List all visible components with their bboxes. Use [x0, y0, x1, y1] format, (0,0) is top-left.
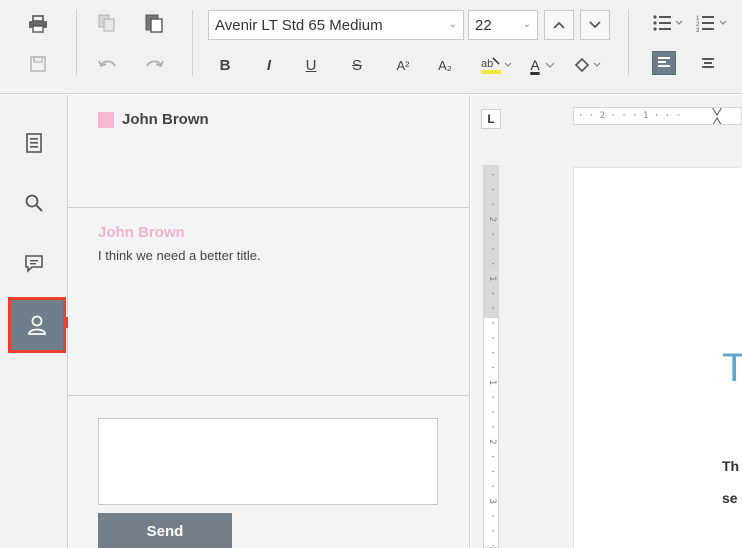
superscript-button[interactable]: A²	[390, 52, 416, 78]
horizontal-ruler[interactable]: · · 2 · · · 1 · · ·	[573, 107, 742, 125]
user-icon	[28, 315, 46, 335]
highlight-icon[interactable]: ab	[478, 52, 516, 78]
print-icon[interactable]	[26, 12, 50, 36]
increase-size-icon	[553, 21, 565, 29]
ruler-ticks: · · · 2 · · · 1 · · · · · · 1 · · · 2 · …	[487, 172, 497, 548]
author-color-swatch	[98, 111, 114, 128]
save-icon[interactable]	[28, 54, 48, 74]
svg-text:3: 3	[696, 28, 700, 32]
bullets-icon[interactable]	[650, 12, 690, 34]
decrease-size-button[interactable]	[580, 10, 610, 40]
toolbar: Avenir LT Std 65 Medium ⌄ 22 ⌄ B I U S A…	[0, 0, 742, 94]
document-title[interactable]: T	[722, 346, 742, 391]
font-family-value: Avenir LT Std 65 Medium	[215, 16, 383, 34]
comment-author: John Brown	[98, 224, 185, 241]
user-button[interactable]	[8, 297, 66, 353]
comment-icon[interactable]	[18, 247, 50, 279]
strikethrough-button[interactable]: S	[346, 52, 368, 78]
chevron-down-icon: ⌄	[448, 19, 457, 30]
svg-text:ab: ab	[481, 58, 493, 70]
search-icon[interactable]	[18, 187, 50, 219]
redo-icon[interactable]	[142, 54, 166, 74]
decrease-size-icon	[589, 21, 601, 29]
font-color-icon[interactable]: A	[524, 52, 562, 78]
italic-button[interactable]: I	[258, 52, 280, 78]
paste-icon[interactable]	[142, 11, 166, 35]
reply-input[interactable]	[98, 418, 438, 505]
author-filter-name: John Brown	[122, 111, 209, 128]
document-icon[interactable]	[18, 127, 50, 159]
font-size-value: 22	[475, 16, 492, 34]
chevron-down-icon	[545, 62, 555, 68]
undo-icon[interactable]	[96, 54, 120, 74]
toolbar-separator	[192, 10, 193, 76]
numbering-icon[interactable]: 123	[694, 12, 738, 34]
align-left-button[interactable]	[652, 51, 676, 75]
font-color-label: A	[530, 57, 540, 73]
document-area: L · · 2 · · · 1 · · · · · · 2 · · · 1 · …	[471, 95, 742, 548]
bold-button[interactable]: B	[214, 52, 236, 78]
tab-stop-selector[interactable]: L	[481, 109, 501, 129]
chevron-down-icon: ⌄	[522, 19, 531, 30]
increase-size-button[interactable]	[544, 10, 574, 40]
document-text-line[interactable]: se	[722, 490, 738, 506]
send-button[interactable]: Send	[98, 513, 232, 548]
font-size-select[interactable]: 22 ⌄	[468, 10, 538, 40]
align-center-icon[interactable]	[696, 52, 720, 76]
divider	[68, 395, 470, 396]
align-left-icon	[658, 57, 670, 67]
font-family-select[interactable]: Avenir LT Std 65 Medium ⌄	[208, 10, 464, 40]
copy-icon[interactable]	[96, 12, 118, 34]
fill-icon[interactable]	[570, 52, 608, 78]
indent-marker-icon[interactable]	[710, 107, 724, 125]
document-text-line[interactable]: Th	[722, 458, 739, 474]
subscript-button[interactable]: A₂	[432, 52, 458, 78]
underline-button[interactable]: U	[300, 52, 322, 78]
vertical-ruler[interactable]: · · · 2 · · · 1 · · · · · · 1 · · · 2 · …	[483, 165, 499, 548]
toolbar-separator	[76, 10, 77, 76]
comments-panel: John Brown John Brown I think we need a …	[68, 95, 470, 548]
document-page[interactable]	[573, 167, 742, 548]
author-filter[interactable]: John Brown	[98, 111, 209, 128]
ruler-ticks: · · 2 · · · 1 · · ·	[578, 111, 681, 121]
comment-text: I think we need a better title.	[98, 248, 261, 263]
toolbar-separator	[628, 10, 629, 76]
divider	[68, 207, 470, 208]
